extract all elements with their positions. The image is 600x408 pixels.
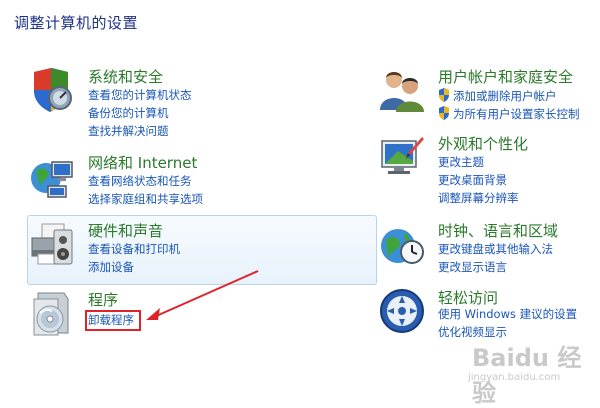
link-parental-controls[interactable]: 为所有用户设置家长控制 xyxy=(438,106,580,122)
link-desktop-background[interactable]: 更改桌面背景 xyxy=(438,173,507,188)
uac-shield-icon xyxy=(438,106,450,120)
link-label: 为所有用户设置家长控制 xyxy=(453,107,580,121)
watermark-url: jingyan.baidu.com xyxy=(468,372,561,383)
category-appearance: 外观和个性化 更改主题 更改桌面背景 调整屏幕分辨率 xyxy=(378,133,600,208)
link-add-remove-accounts[interactable]: 添加或删除用户帐户 xyxy=(438,88,557,104)
link-display-language[interactable]: 更改显示语言 xyxy=(438,260,507,275)
ease-of-access-icon xyxy=(378,287,426,335)
link-change-keyboard[interactable]: 更改键盘或其他输入法 xyxy=(438,242,553,257)
users-icon xyxy=(378,66,426,114)
category-title-ease[interactable]: 轻松访问 xyxy=(438,287,498,308)
category-title-users[interactable]: 用户帐户和家庭安全 xyxy=(438,66,573,87)
baidu-watermark: Baidu 经验 jingyan.baidu.com xyxy=(450,338,600,407)
uac-shield-icon xyxy=(438,88,450,102)
category-title-appearance[interactable]: 外观和个性化 xyxy=(438,133,528,154)
category-clock-language: 时钟、语言和区域 更改键盘或其他输入法 更改显示语言 xyxy=(378,220,600,276)
globe-clock-icon xyxy=(378,220,426,268)
display-icon xyxy=(378,133,426,181)
category-user-accounts: 用户帐户和家庭安全 添加或删除用户帐户 为所有用户设置家长控制 xyxy=(378,66,600,126)
link-change-theme[interactable]: 更改主题 xyxy=(438,155,484,170)
category-ease-of-access: 轻松访问 使用 Windows 建议的设置 优化视频显示 xyxy=(378,287,600,343)
link-label: 添加或删除用户帐户 xyxy=(453,89,557,103)
link-screen-resolution[interactable]: 调整屏幕分辨率 xyxy=(438,191,519,206)
link-recommended-settings[interactable]: 使用 Windows 建议的设置 xyxy=(438,307,577,322)
category-title-clock[interactable]: 时钟、语言和区域 xyxy=(438,220,558,241)
